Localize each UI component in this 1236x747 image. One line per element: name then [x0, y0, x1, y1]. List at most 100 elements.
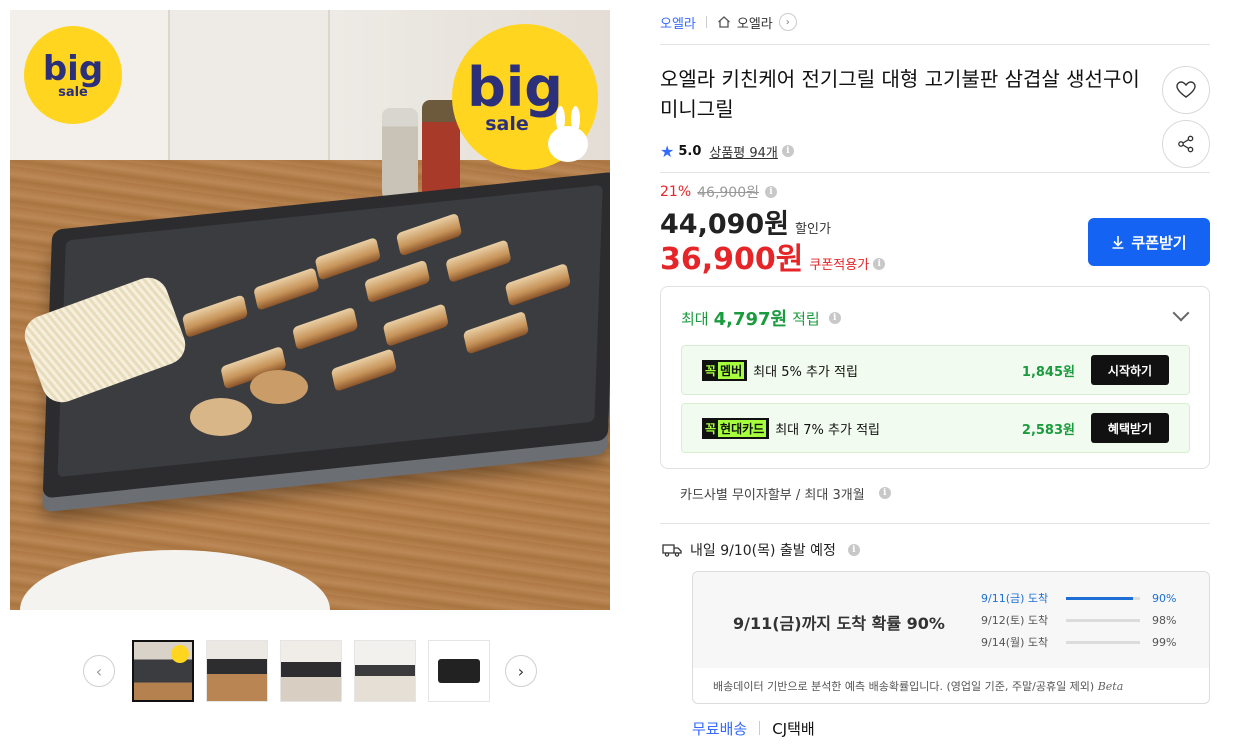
member-logo-right: 멤버 [718, 361, 745, 379]
chevron-down-icon[interactable] [1172, 304, 1190, 322]
thumbnail-5[interactable] [428, 640, 490, 702]
rating-divider [660, 172, 1210, 173]
image-jar [382, 108, 418, 200]
coupon-price-tag: 쿠폰적용가 i [809, 254, 886, 273]
image-mushroom-cap [250, 370, 308, 404]
big-sale-badge-large: big sale [452, 24, 598, 170]
image-meat [364, 259, 431, 304]
share-icon [1178, 135, 1194, 153]
truck-icon [662, 544, 682, 557]
thumbnail-badge [171, 645, 189, 663]
product-title: 오엘라 키친케어 전기그릴 대형 고기불판 삼겹살 생선구이 미니그릴 [660, 67, 1140, 121]
card-logo-right: 현대카드 [718, 419, 767, 437]
member-logo-left: 꼭 [705, 363, 717, 378]
reward-panel: 최대 4,797원 적립 i 꼭 멤버 최대 5% 추가 적립 1,845원 시… [660, 286, 1210, 469]
image-meat [292, 306, 359, 351]
reward-row-card: 꼭 현대카드 최대 7% 추가 적립 2,583원 혜택받기 [681, 403, 1190, 453]
badge-sale-text: sale [485, 112, 529, 135]
get-card-benefit-button[interactable]: 혜택받기 [1091, 413, 1169, 443]
thumb-prev-button[interactable]: ‹ [83, 655, 115, 687]
chevron-right-icon: › [517, 661, 525, 681]
header-divider [660, 44, 1210, 45]
thumbnail-image [355, 641, 415, 701]
thumbnail-3[interactable] [280, 640, 342, 702]
image-meat [382, 303, 449, 347]
probability-bar-fill [1066, 618, 1139, 622]
card-logo: 꼭 현대카드 [702, 417, 770, 439]
installment-divider [660, 523, 1210, 524]
delivery-note-text: 배송데이터 기반으로 분석한 예측 배송확률입니다. (영업일 기준, 주말/공… [713, 680, 1095, 693]
thumbnail-2[interactable] [206, 640, 268, 702]
reward-row-amount: 2,583원 [1021, 422, 1075, 438]
rating-score: 5.0 [678, 143, 702, 159]
installment-info: 카드사별 무이자할부 / 최대 3개월 i [680, 484, 891, 503]
free-shipping-label: 무료배송 [692, 719, 748, 738]
coupon-price-row: 36,900원 쿠폰적용가 i [660, 234, 886, 278]
thumb-next-button[interactable]: › [505, 655, 537, 687]
breadcrumb: 오엘라 오엘라 › [660, 12, 797, 32]
thumbnail-image [438, 659, 480, 683]
info-icon[interactable]: i [765, 186, 777, 198]
image-meat [445, 239, 512, 284]
review-count-link[interactable]: 상품평 94개 [709, 142, 778, 161]
original-price-row: 21% 46,900원 i [660, 182, 777, 202]
probability-pct: 98% [1152, 613, 1177, 627]
info-icon[interactable]: i [873, 257, 886, 270]
badge-big-text: big [42, 48, 104, 89]
card-logo-left: 꼭 [705, 421, 717, 436]
info-icon[interactable]: i [878, 487, 891, 499]
breadcrumb-brand-link[interactable]: 오엘라 [660, 13, 696, 32]
chevron-left-icon: ‹ [95, 661, 103, 681]
thumbnail-1[interactable] [132, 640, 194, 702]
reward-row-text: 최대 5% 추가 적립 [753, 364, 858, 380]
departure-info: 내일 9/10(목) 출발 예정 i [662, 540, 860, 560]
shipping-method: 무료배송 CJ택배 [692, 717, 815, 739]
carrier-label: CJ택배 [772, 719, 815, 738]
bunny-icon [548, 106, 588, 162]
share-button[interactable] [1162, 120, 1210, 168]
probability-bar-fill [1066, 640, 1140, 644]
product-main-image: big sale big sale [10, 10, 610, 610]
product-rating: ★ 5.0 상품평 94개 i [660, 140, 794, 162]
download-icon [1112, 236, 1124, 249]
member-logo: 꼭 멤버 [702, 359, 748, 381]
chevron-right-icon[interactable]: › [778, 13, 797, 31]
reward-row-member: 꼭 멤버 최대 5% 추가 적립 1,845원 시작하기 [681, 345, 1190, 395]
coupon-download-label: 쿠폰받기 [1131, 233, 1187, 252]
probability-bar [1066, 618, 1140, 622]
image-mushroom-cap [190, 398, 252, 436]
start-membership-button[interactable]: 시작하기 [1091, 355, 1169, 385]
reward-header[interactable]: 최대 4,797원 적립 i [681, 305, 841, 331]
coupon-download-button[interactable]: 쿠폰받기 [1088, 218, 1210, 266]
probability-date: 9/11(금) 도착 [981, 592, 1049, 605]
delivery-probability-box: 9/11(금)까지 도착 확률 90% 9/11(금) 도착 90% 9/12(… [692, 571, 1210, 704]
wishlist-button[interactable] [1162, 66, 1210, 114]
image-meat [462, 310, 530, 355]
home-icon [717, 16, 730, 28]
shipping-divider [759, 721, 761, 735]
discount-rate: 21% [660, 184, 692, 200]
breadcrumb-home-label: 오엘라 [736, 16, 773, 32]
breadcrumb-home-link[interactable]: 오엘라 [717, 13, 773, 32]
star-icon: ★ [660, 141, 675, 161]
reward-row-text: 최대 7% 추가 적립 [775, 422, 880, 438]
thumbnail-4[interactable] [354, 640, 416, 702]
beta-label: Beta [1097, 680, 1124, 693]
image-meat [314, 236, 381, 281]
installment-text: 카드사별 무이자할부 / 최대 3개월 [680, 487, 865, 503]
image-meat [253, 267, 320, 311]
coupon-price: 36,900원 [660, 242, 804, 277]
info-icon[interactable]: i [828, 312, 841, 324]
info-icon[interactable]: i [847, 544, 860, 556]
big-sale-badge: big sale [24, 26, 122, 124]
info-icon[interactable]: i [781, 145, 794, 157]
probability-date: 9/12(토) 도착 [981, 614, 1049, 627]
probability-row: 9/12(토) 도착 98% [981, 613, 1191, 628]
breadcrumb-divider [705, 16, 707, 28]
badge-big-text: big [467, 55, 563, 119]
probability-bar [1066, 596, 1140, 600]
probability-row: 9/11(금) 도착 90% [981, 591, 1191, 606]
probability-pct: 90% [1152, 591, 1177, 605]
reward-head-prefix: 최대 [681, 309, 709, 328]
image-meat [395, 212, 463, 257]
